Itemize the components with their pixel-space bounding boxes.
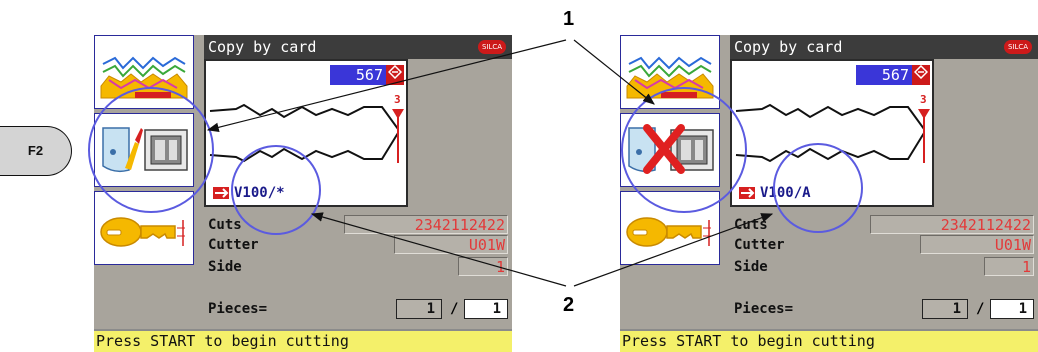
highlight-circle-right-code <box>773 143 863 233</box>
callout-label-2: 2 <box>563 294 575 316</box>
callout-2-line-left <box>310 212 567 287</box>
highlight-circle-right-icon <box>621 87 747 213</box>
annotation-overlay <box>88 39 863 287</box>
highlight-circle-left-icon <box>88 87 214 213</box>
highlight-circle-left-code <box>231 145 321 235</box>
callout-1-line-left <box>206 39 567 133</box>
callout-2-line-right <box>573 213 774 287</box>
callout-label-1: 1 <box>563 8 575 30</box>
callout-1-line-right <box>573 39 655 105</box>
